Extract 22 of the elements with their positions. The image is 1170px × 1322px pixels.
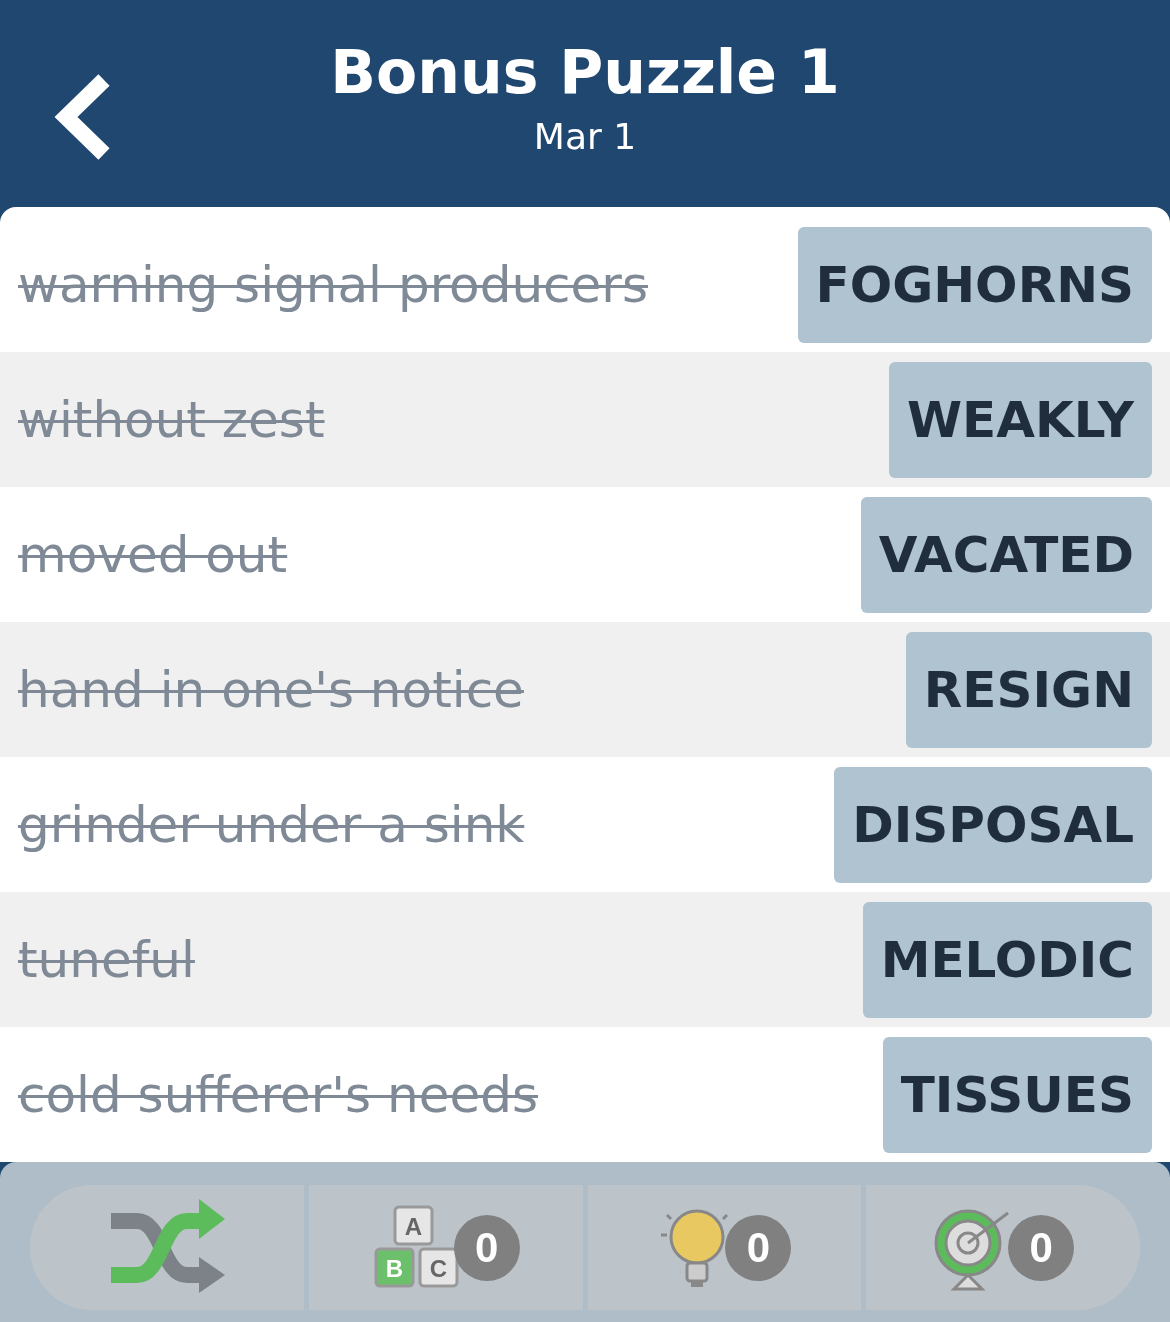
clue-text: grinder under a sink: [18, 795, 525, 854]
clue-text: tuneful: [18, 930, 195, 989]
puzzle-date: Mar 1: [533, 114, 637, 159]
answer-tile[interactable]: WEAKLY: [888, 361, 1152, 478]
count-badge: 0: [725, 1214, 792, 1281]
answer-tile[interactable]: MELODIC: [862, 901, 1152, 1018]
tool-button[interactable]: 0: [861, 1185, 1140, 1311]
tool-button[interactable]: 0: [582, 1185, 862, 1311]
answer-tile[interactable]: DISPOSAL: [834, 766, 1152, 883]
answer-tile[interactable]: FOGHORNS: [797, 226, 1152, 343]
count-badge: 0: [1008, 1214, 1075, 1281]
clue-text: moved out: [18, 525, 288, 584]
clue-text: without zest: [18, 390, 325, 449]
answer-tile[interactable]: TISSUES: [882, 1036, 1152, 1153]
answer-tile[interactable]: RESIGN: [905, 631, 1152, 748]
puzzle-title: Bonus Puzzle 1: [330, 35, 840, 109]
tool-button[interactable]: A B C 0: [303, 1185, 583, 1311]
clue-text: warning signal producers: [18, 255, 648, 314]
clue-text: cold sufferer's needs: [18, 1065, 539, 1124]
clue-text: hand in one's notice: [18, 660, 524, 719]
answer-tile[interactable]: VACATED: [860, 496, 1152, 613]
count-badge: 0: [453, 1214, 520, 1281]
